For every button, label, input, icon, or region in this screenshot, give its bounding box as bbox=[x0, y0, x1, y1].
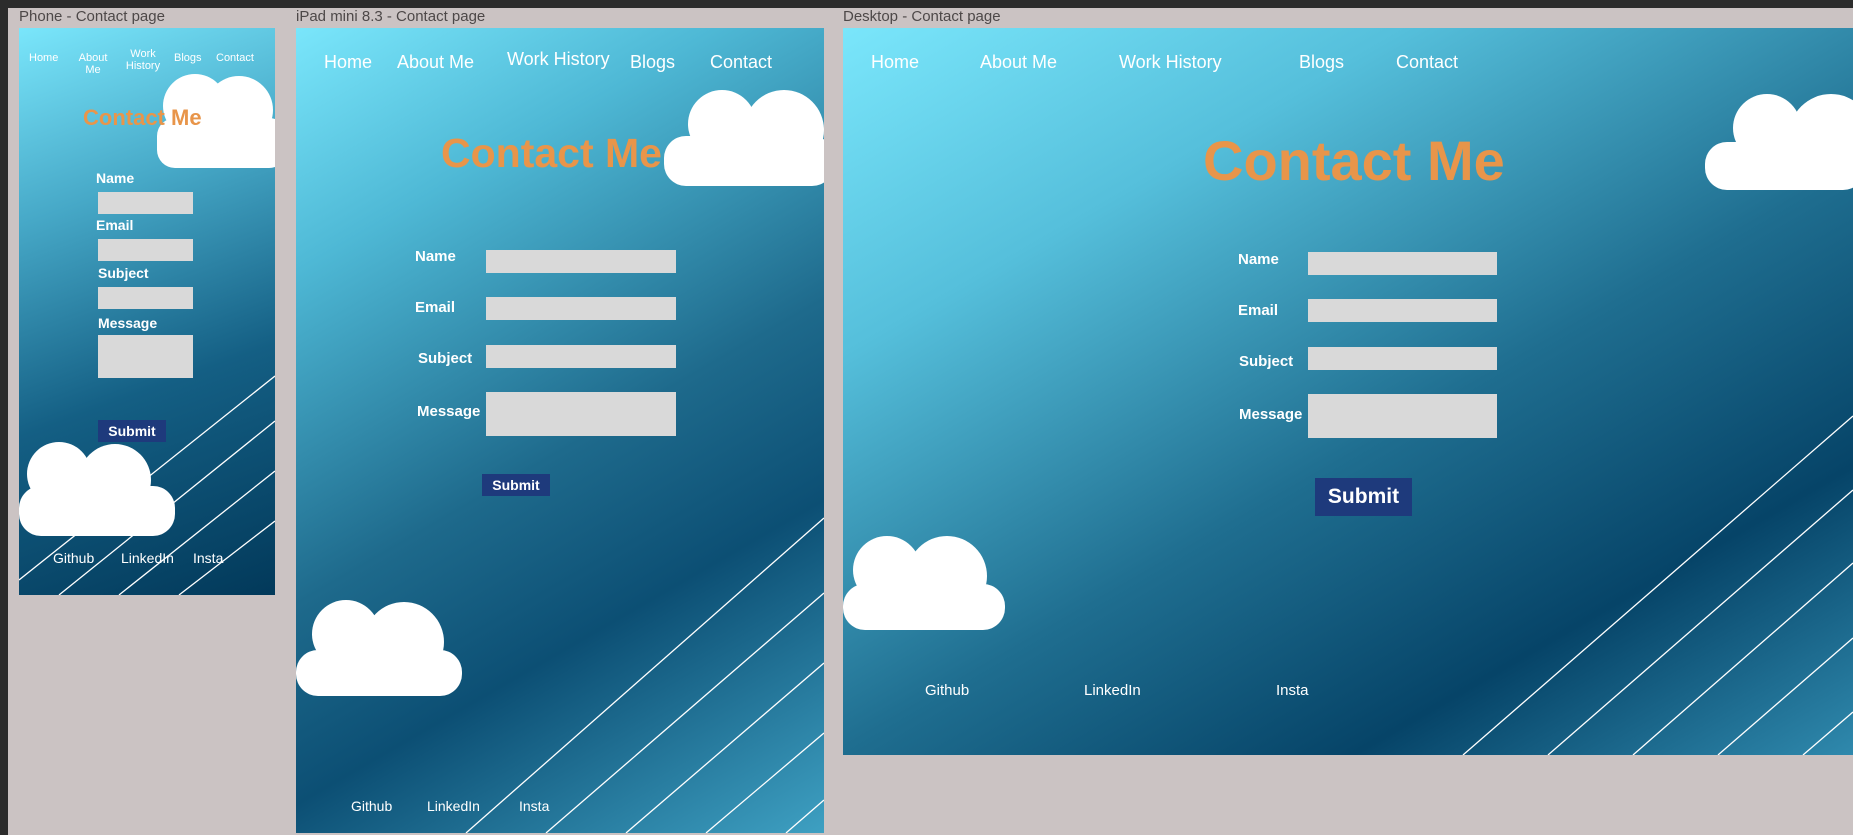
submit-button[interactable]: Submit bbox=[482, 474, 550, 496]
nav-work-history[interactable]: Work History bbox=[1119, 52, 1222, 73]
message-label: Message bbox=[1239, 406, 1303, 423]
nav-about-me[interactable]: About Me bbox=[397, 52, 474, 73]
name-label: Name bbox=[1238, 251, 1279, 268]
email-field[interactable] bbox=[486, 297, 676, 320]
cloud-icon bbox=[19, 442, 175, 536]
frame-label-desktop[interactable]: Desktop - Contact page bbox=[843, 8, 1001, 25]
message-label: Message bbox=[417, 403, 481, 420]
page-title: Contact Me bbox=[1203, 129, 1505, 192]
name-field[interactable] bbox=[1308, 252, 1497, 275]
email-field[interactable] bbox=[98, 239, 193, 261]
email-label: Email bbox=[1238, 302, 1279, 319]
footer-insta[interactable]: Insta bbox=[519, 798, 549, 814]
nav-blogs[interactable]: Blogs bbox=[630, 52, 675, 73]
nav-contact[interactable]: Contact bbox=[216, 52, 254, 64]
subject-label: Subject bbox=[1239, 353, 1294, 370]
nav-home[interactable]: Home bbox=[29, 52, 58, 64]
name-field[interactable] bbox=[98, 192, 193, 214]
message-field[interactable] bbox=[98, 335, 193, 378]
nav-contact[interactable]: Contact bbox=[710, 52, 772, 73]
nav-contact[interactable]: Contact bbox=[1396, 52, 1458, 73]
nav-work-history[interactable]: Work History bbox=[507, 49, 610, 70]
email-label: Email bbox=[96, 217, 134, 233]
nav-blogs[interactable]: Blogs bbox=[1299, 52, 1344, 73]
frame-label-phone[interactable]: Phone - Contact page bbox=[19, 8, 165, 25]
message-field[interactable] bbox=[1308, 394, 1497, 438]
name-label: Name bbox=[415, 248, 456, 265]
footer-linkedin[interactable]: LinkedIn bbox=[1084, 682, 1141, 699]
footer-insta[interactable]: Insta bbox=[1276, 682, 1309, 699]
nav-home[interactable]: Home bbox=[324, 52, 372, 73]
frame-desktop[interactable]: Home About Me Work History Blogs Contact… bbox=[843, 28, 1853, 755]
nav-blogs[interactable]: Blogs bbox=[174, 52, 202, 64]
footer-linkedin[interactable]: LinkedIn bbox=[121, 550, 174, 566]
frame-label-ipad[interactable]: iPad mini 8.3 - Contact page bbox=[296, 8, 485, 25]
canvas-top-border bbox=[0, 0, 1853, 8]
subject-field[interactable] bbox=[98, 287, 193, 309]
page-title: Contact Me bbox=[83, 105, 202, 130]
footer-github[interactable]: Github bbox=[53, 550, 94, 566]
cloud-icon bbox=[296, 600, 462, 696]
frame-ipad[interactable]: Home About Me Work History Blogs Contact… bbox=[296, 28, 824, 833]
nav-home[interactable]: Home bbox=[871, 52, 919, 73]
footer-github[interactable]: Github bbox=[351, 798, 392, 814]
footer-github[interactable]: Github bbox=[925, 682, 969, 699]
subject-label: Subject bbox=[418, 350, 473, 367]
subject-field[interactable] bbox=[1308, 347, 1497, 370]
frame-phone[interactable]: Home About Me Work History Blogs Contact… bbox=[19, 28, 275, 595]
footer-linkedin[interactable]: LinkedIn bbox=[427, 798, 480, 814]
nav-about-me[interactable]: About Me bbox=[980, 52, 1057, 73]
footer-insta[interactable]: Insta bbox=[193, 550, 223, 566]
message-label: Message bbox=[98, 315, 158, 331]
name-label: Name bbox=[96, 170, 135, 186]
email-field[interactable] bbox=[1308, 299, 1497, 322]
submit-button[interactable]: Submit bbox=[1315, 478, 1412, 516]
nav-about-me[interactable]: About Me bbox=[76, 52, 110, 76]
canvas-left-border bbox=[0, 0, 8, 835]
cloud-icon bbox=[843, 536, 1005, 630]
message-field[interactable] bbox=[486, 392, 676, 436]
subject-label: Subject bbox=[98, 265, 149, 281]
subject-field[interactable] bbox=[486, 345, 676, 368]
page-title: Contact Me bbox=[441, 130, 662, 176]
name-field[interactable] bbox=[486, 250, 676, 273]
cloud-icon bbox=[1705, 94, 1853, 190]
email-label: Email bbox=[415, 299, 456, 316]
cloud-icon bbox=[664, 90, 824, 186]
